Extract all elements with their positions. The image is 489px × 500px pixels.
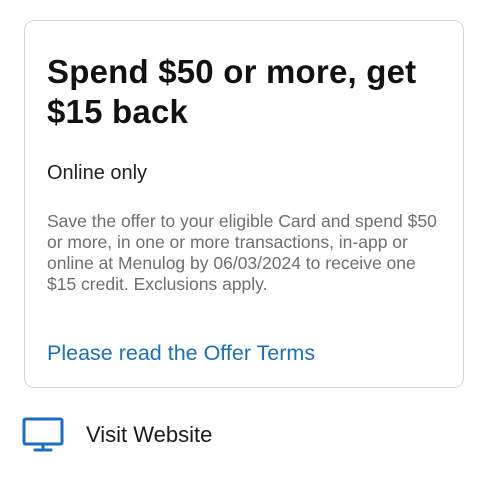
offer-description: Save the offer to your eligible Card and… bbox=[47, 211, 437, 294]
visit-website-button[interactable]: Visit Website bbox=[22, 412, 462, 458]
offer-terms-link[interactable]: Please read the Offer Terms bbox=[47, 340, 315, 366]
offer-card: Spend $50 or more, get $15 back Online o… bbox=[24, 20, 464, 388]
offer-channel-label: Online only bbox=[47, 162, 148, 184]
monitor-icon bbox=[22, 417, 64, 452]
offer-title: Spend $50 or more, get $15 back bbox=[47, 53, 417, 130]
visit-website-label: Visit Website bbox=[86, 422, 213, 447]
